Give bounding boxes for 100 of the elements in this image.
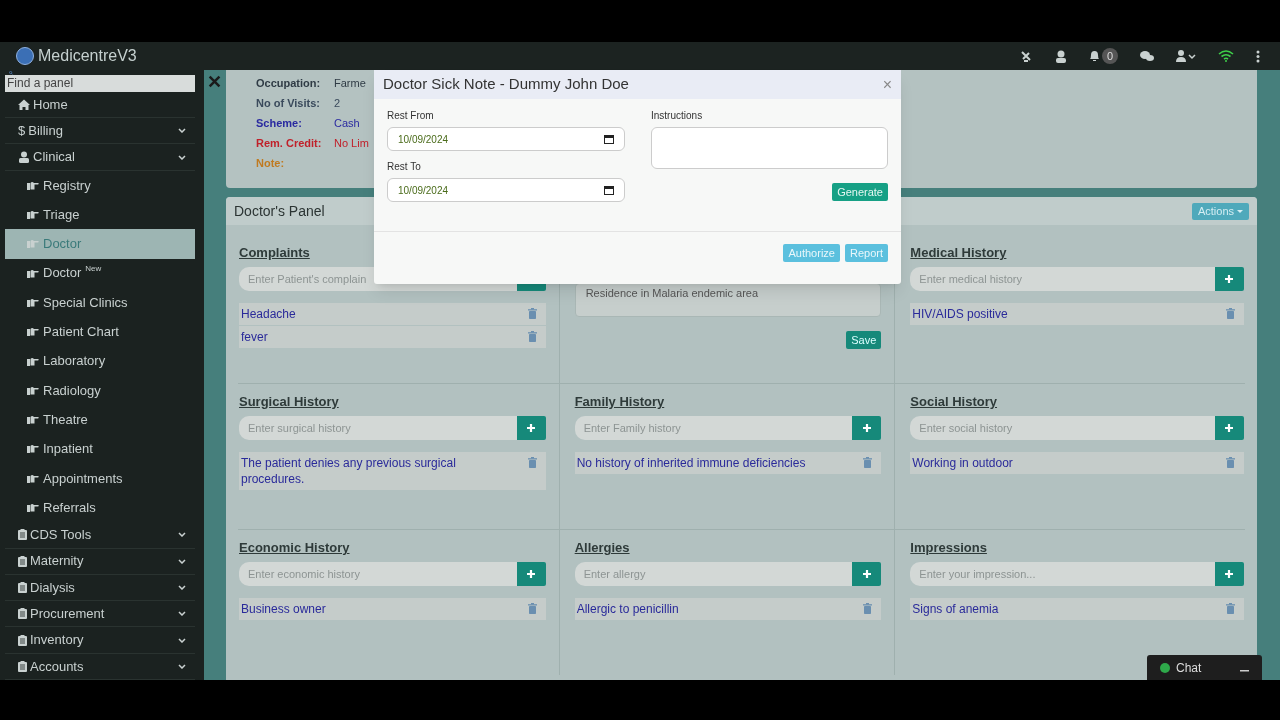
sidebar-subitem[interactable]: Registry bbox=[5, 170, 195, 200]
panel-title: Doctor's Panel bbox=[234, 201, 325, 221]
add-button[interactable] bbox=[852, 562, 882, 586]
sidebar-item[interactable]: CDS Tools bbox=[5, 522, 195, 549]
chevron-down-icon[interactable] bbox=[178, 532, 186, 538]
add-button[interactable] bbox=[1215, 562, 1244, 586]
pointing-hand-icon bbox=[27, 473, 39, 483]
date-value: 10/09/2024 bbox=[398, 132, 449, 147]
text-input[interactable]: Enter medical history bbox=[910, 267, 1215, 291]
section-title: Economic History bbox=[239, 540, 351, 556]
text-input[interactable]: Enter social history bbox=[910, 416, 1215, 440]
sidebar-subitem[interactable]: Special Clinics bbox=[5, 287, 195, 318]
dialog-title: Doctor Sick Note - Dummy John Doe bbox=[383, 74, 629, 95]
date-field[interactable]: 10/09/2024 bbox=[387, 178, 625, 202]
entry-text: Working in outdoor bbox=[912, 455, 1013, 471]
sidebar-subitem[interactable]: Laboratory bbox=[5, 346, 195, 376]
sidebar-subitem[interactable]: Doctor New bbox=[5, 258, 195, 288]
section-title: Social History bbox=[910, 394, 999, 410]
sidebar-item[interactable]: Dialysis bbox=[5, 574, 195, 602]
chevron-down-icon[interactable] bbox=[178, 154, 186, 160]
add-button[interactable] bbox=[852, 416, 882, 440]
sidebar-item[interactable]: Maternity bbox=[5, 548, 195, 575]
pointing-hand-icon bbox=[27, 444, 39, 454]
entry-text: No history of inherited immune deficiencies bbox=[576, 455, 806, 471]
calendar-icon[interactable] bbox=[604, 134, 614, 144]
section-title: Impressions bbox=[910, 540, 988, 556]
sidebar-item[interactable]: Clinical bbox=[5, 144, 195, 171]
app-title: MedicentreV3 bbox=[38, 46, 137, 66]
calendar-icon[interactable] bbox=[604, 185, 614, 195]
wifi-icon bbox=[1218, 50, 1234, 62]
sidebar-item[interactable]: Procurement bbox=[5, 601, 195, 628]
chat-widget[interactable]: Chat bbox=[1147, 655, 1262, 680]
section-title: Surgical History bbox=[239, 394, 340, 410]
search-icon bbox=[6, 71, 16, 75]
field-label: Rest From bbox=[387, 109, 435, 123]
pointing-hand-icon bbox=[27, 356, 39, 366]
add-button[interactable] bbox=[516, 562, 546, 586]
section-title: Family History bbox=[574, 394, 666, 410]
chevron-down-icon[interactable] bbox=[178, 663, 186, 669]
sidebar-subitem[interactable]: Inpatient bbox=[5, 434, 195, 464]
chevron-down-icon[interactable] bbox=[178, 558, 186, 564]
user-menu-icon[interactable] bbox=[1176, 50, 1196, 62]
clipboard-icon bbox=[18, 660, 27, 672]
logo-icon bbox=[16, 47, 34, 65]
chevron-down-icon[interactable] bbox=[178, 584, 186, 590]
plus-icon bbox=[1224, 423, 1235, 433]
plus-icon bbox=[861, 569, 872, 579]
section-title: Medical History bbox=[910, 245, 1008, 261]
add-button[interactable] bbox=[1215, 267, 1244, 291]
sidebar-item[interactable]: Accounts bbox=[5, 653, 195, 680]
sidebar-subitem[interactable]: Referrals bbox=[5, 492, 195, 523]
date-field[interactable]: 10/09/2024 bbox=[387, 127, 625, 151]
text-input[interactable]: Enter allergy bbox=[574, 562, 853, 586]
panel-search-field[interactable]: Find a panel bbox=[5, 74, 195, 92]
sidebar-subitem[interactable]: Theatre bbox=[5, 405, 195, 435]
sidebar-subitem[interactable]: Patient Chart bbox=[5, 317, 195, 347]
notes-field[interactable]: Residence in Malaria endemic area bbox=[574, 283, 882, 317]
sidebar-item[interactable]: Inventory bbox=[5, 627, 195, 654]
info-label: Scheme: bbox=[256, 116, 303, 131]
info-label: Occupation: bbox=[256, 76, 322, 91]
info-value: No Lim bbox=[334, 136, 369, 151]
entry-text: The patient denies any previous surgical procedures. bbox=[241, 455, 457, 487]
bell-icon[interactable] bbox=[1088, 50, 1100, 62]
entry-text: Signs of anemia bbox=[912, 601, 999, 617]
minimize-icon[interactable] bbox=[1240, 670, 1249, 673]
pointing-hand-icon bbox=[27, 327, 39, 337]
chat-bubbles-icon[interactable] bbox=[1140, 50, 1154, 62]
close-icon[interactable]: ✕ bbox=[207, 73, 222, 91]
text-input[interactable]: Enter your impression... bbox=[910, 562, 1215, 586]
chevron-down-icon[interactable] bbox=[178, 611, 186, 617]
entry-text: Allergic to penicillin bbox=[576, 601, 679, 617]
save-button[interactable]: Save bbox=[846, 331, 882, 349]
notification-count: 0 bbox=[1101, 48, 1118, 64]
entry-text: Headache bbox=[241, 306, 296, 322]
pointing-hand-icon bbox=[27, 503, 39, 513]
info-label: Note: bbox=[256, 156, 286, 171]
sidebar-subitem[interactable]: Appointments bbox=[5, 463, 195, 493]
more-icon[interactable] bbox=[1256, 49, 1260, 63]
entry-text: fever bbox=[241, 329, 268, 345]
text-input[interactable]: Enter Family history bbox=[574, 416, 853, 440]
pointing-hand-icon bbox=[27, 180, 39, 190]
pointing-hand-icon bbox=[27, 239, 39, 249]
sidebar-item[interactable]: $ Billing bbox=[5, 118, 195, 145]
plus-icon bbox=[1224, 569, 1235, 579]
add-button[interactable] bbox=[1215, 416, 1244, 440]
info-value: Farme bbox=[334, 76, 366, 91]
chat-label: Chat bbox=[1176, 659, 1202, 677]
sidebar-item[interactable]: Home bbox=[5, 91, 195, 119]
user-icon[interactable] bbox=[1054, 49, 1067, 63]
chevron-down-icon[interactable] bbox=[178, 128, 186, 134]
sidebar-subitem[interactable]: Radiology bbox=[5, 375, 195, 406]
sidebar-subitem[interactable]: Triage bbox=[5, 199, 195, 230]
instructions-field[interactable] bbox=[651, 127, 888, 169]
chevron-down-icon[interactable] bbox=[178, 637, 186, 643]
user-icon bbox=[18, 151, 30, 163]
text-input[interactable]: Enter economic history bbox=[239, 562, 517, 586]
clipboard-icon bbox=[18, 608, 27, 620]
text-input[interactable]: Enter surgical history bbox=[239, 416, 517, 440]
info-label: Rem. Credit: bbox=[256, 136, 323, 151]
add-button[interactable] bbox=[516, 416, 546, 440]
